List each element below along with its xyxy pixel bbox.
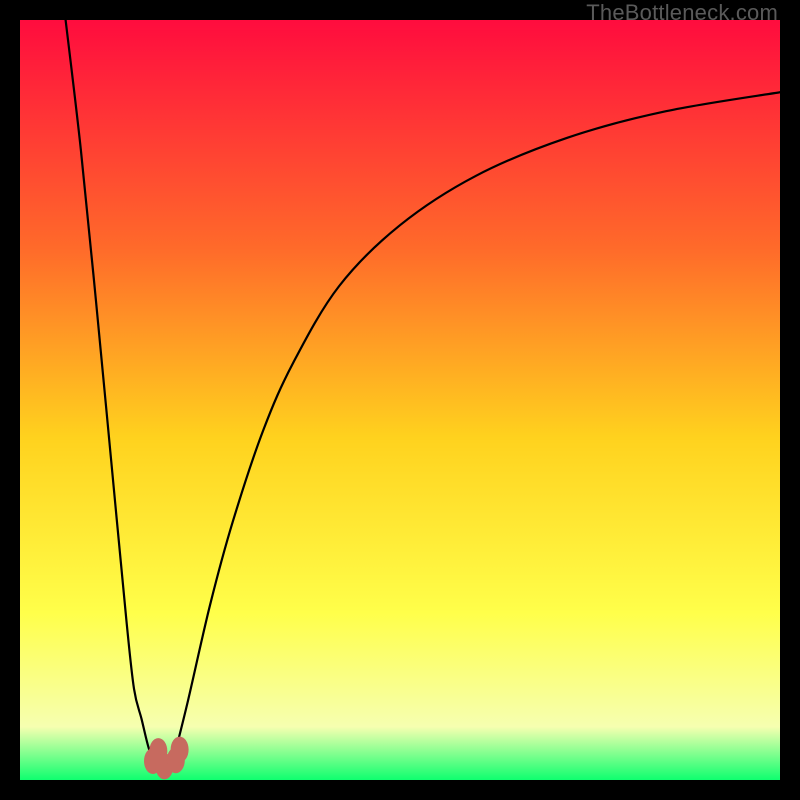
minimum-marker bbox=[171, 737, 189, 763]
chart-frame bbox=[20, 20, 780, 780]
gradient-background bbox=[20, 20, 780, 780]
bottleneck-chart bbox=[20, 20, 780, 780]
watermark-text: TheBottleneck.com bbox=[586, 0, 778, 26]
